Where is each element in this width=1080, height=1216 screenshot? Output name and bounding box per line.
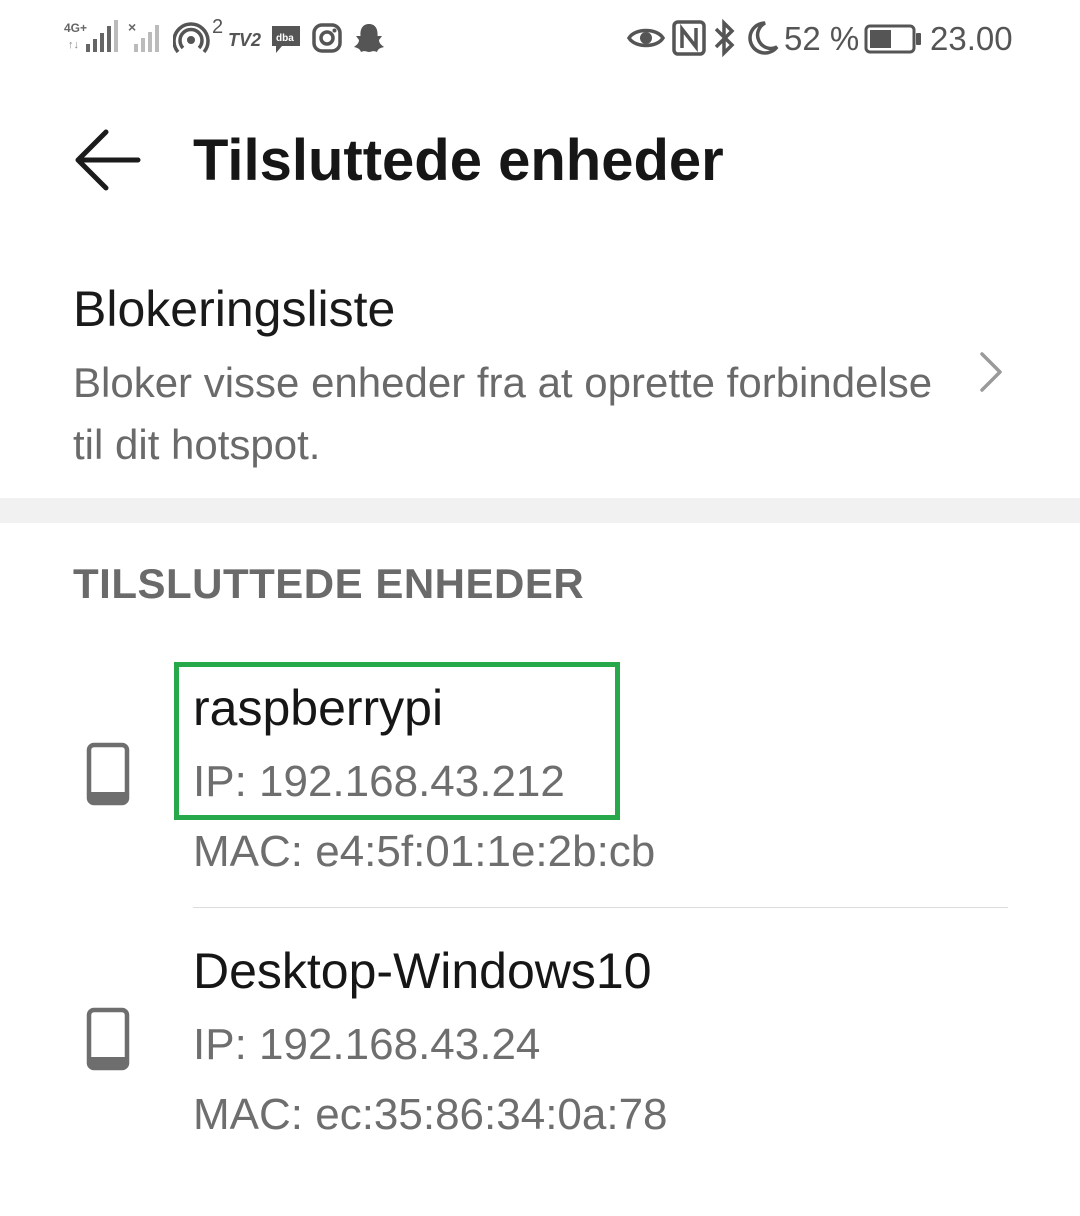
hotspot-count: 2 bbox=[212, 16, 224, 38]
nfc-icon bbox=[672, 20, 706, 56]
signal-4g-icon: 4G+ ↑↓ bbox=[64, 20, 120, 54]
arrow-left-icon bbox=[75, 129, 141, 191]
blocklist-description: Bloker visse enheder fra at oprette forb… bbox=[73, 359, 933, 468]
device-item-desktop-windows10[interactable]: Desktop-Windows10 IP: 192.168.43.24 MAC:… bbox=[0, 915, 1080, 1169]
status-bar: 4G+ ↑↓ × 2 TV2 dba 52 % 23.00 bbox=[0, 0, 1080, 80]
blocklist-title: Blokeringsliste bbox=[73, 281, 396, 337]
svg-text:×: × bbox=[128, 20, 136, 35]
signal-no-service-icon: × bbox=[128, 20, 164, 54]
bluetooth-icon bbox=[712, 18, 738, 58]
dba-icon: dba bbox=[268, 22, 304, 56]
back-button[interactable] bbox=[66, 118, 150, 202]
row-divider bbox=[193, 907, 1008, 908]
battery-percent: 52 % bbox=[784, 20, 860, 57]
svg-text:TV2: TV2 bbox=[228, 30, 261, 50]
device-ip: IP: 192.168.43.24 bbox=[193, 1020, 541, 1069]
eye-icon bbox=[627, 24, 665, 52]
moon-icon bbox=[745, 20, 779, 56]
clock: 23.00 bbox=[930, 20, 1013, 57]
section-divider bbox=[0, 498, 1080, 523]
svg-text:dba: dba bbox=[276, 33, 294, 44]
phone-icon bbox=[86, 1007, 130, 1071]
page-title: Tilsluttede enheder bbox=[193, 128, 724, 193]
svg-text:↑↓: ↑↓ bbox=[68, 39, 79, 51]
tv2-icon: TV2 bbox=[228, 26, 262, 52]
device-mac: MAC: e4:5f:01:1e:2b:cb bbox=[193, 827, 656, 876]
network-type-label: 4G+ bbox=[64, 21, 87, 35]
phone-icon bbox=[86, 742, 130, 806]
highlight-box bbox=[174, 662, 620, 820]
section-header: TILSLUTTEDE ENHEDER bbox=[73, 560, 585, 607]
instagram-icon bbox=[311, 22, 343, 54]
battery-icon bbox=[864, 24, 922, 54]
device-mac: MAC: ec:35:86:34:0a:78 bbox=[193, 1090, 668, 1139]
chevron-right-icon bbox=[972, 348, 1008, 396]
device-name: Desktop-Windows10 bbox=[193, 943, 652, 999]
snapchat-icon bbox=[352, 22, 386, 54]
